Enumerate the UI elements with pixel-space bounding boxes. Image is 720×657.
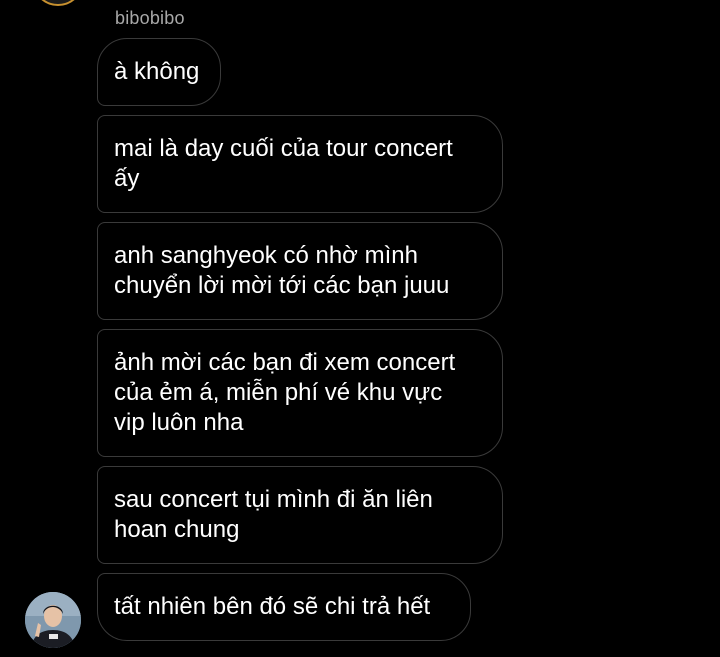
message-text: mai là day cuối của tour concert ấy [114,135,453,192]
message-text: ảnh mời các bạn đi xem concert của ẻm á,… [114,349,456,436]
message-text: sau concert tụi mình đi ăn liên hoan chu… [114,486,433,543]
message-bubble[interactable]: à không [97,38,221,106]
message-bubble[interactable]: sau concert tụi mình đi ăn liên hoan chu… [97,466,503,564]
message-text: tất nhiên bên đó sẽ chi trả hết [114,593,431,620]
message-bubble[interactable]: ảnh mời các bạn đi xem concert của ẻm á,… [97,329,503,457]
sender-name: bibobibo [115,8,185,28]
message-bubble[interactable]: tất nhiên bên đó sẽ chi trả hết [97,573,471,641]
previous-avatar[interactable] [32,0,84,6]
message-bubble[interactable]: mai là day cuối của tour concert ấy [97,115,503,213]
message-text: à không [114,58,200,85]
message-text: anh sanghyeok có nhờ mình chuyển lời mời… [114,242,450,299]
message-bubble[interactable]: anh sanghyeok có nhờ mình chuyển lời mời… [97,222,503,320]
avatar-photo-icon [25,592,81,648]
sender-avatar[interactable] [25,592,81,648]
